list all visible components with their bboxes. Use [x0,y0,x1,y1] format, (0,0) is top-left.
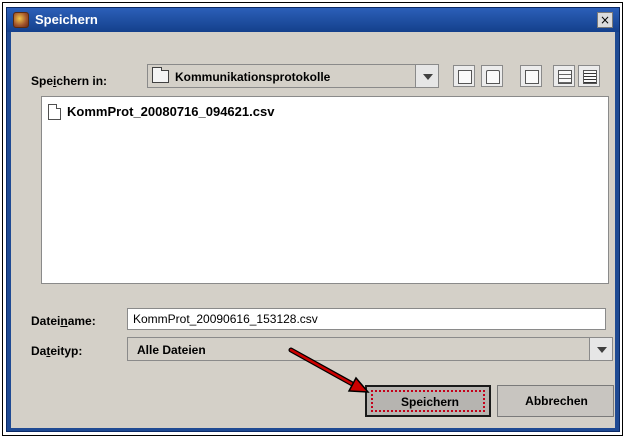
new-folder-button[interactable] [520,65,542,87]
list-view-button[interactable] [553,65,575,87]
filetype-value: Alle Dateien [137,343,206,357]
folder-icon [152,67,169,83]
save-in-value: Kommunikationsprotokolle [175,70,331,84]
cancel-button-label: Abbrechen [525,394,588,408]
focus-highlight: Speichern [371,390,485,412]
up-folder-icon [458,70,472,84]
details-view-button[interactable] [578,65,600,87]
save-in-label: Speichern in: [31,74,108,88]
list-item[interactable]: KommProt_20080716_094621.csv [48,103,348,123]
list-view-icon [558,70,572,84]
new-folder-icon [525,70,539,84]
save-button-label: Speichern [400,395,460,409]
file-name: KommProt_20080716_094621.csv [67,104,275,119]
home-icon [486,70,500,84]
up-folder-button[interactable] [453,65,475,87]
chevron-down-icon[interactable] [415,64,439,88]
window-title: Speichern [35,12,98,27]
filetype-dropdown[interactable]: Alle Dateien [127,337,606,361]
filename-value: KommProt_20090616_153128.csv [133,312,318,326]
filename-input[interactable]: KommProt_20090616_153128.csv [127,308,606,330]
cancel-button[interactable]: Abbrechen [497,385,614,417]
filetype-label: Dateityp: [31,344,83,358]
save-button[interactable]: Speichern [365,385,491,417]
app-icon [13,12,29,28]
file-list[interactable]: KommProt_20080716_094621.csv [41,96,609,284]
filename-label: Dateiname: [31,314,96,328]
chevron-down-icon[interactable] [589,337,613,361]
close-button[interactable]: × [597,12,613,28]
document-icon [48,104,61,120]
title-bar[interactable]: Speichern × [7,8,619,32]
details-view-icon [583,70,597,84]
dialog-body: Speichern in: Kommunikationsprotokolle K… [11,32,615,428]
save-dialog: Speichern × Speichern in: Kommunikations… [6,7,620,432]
home-button[interactable] [481,65,503,87]
save-in-dropdown[interactable]: Kommunikationsprotokolle [147,64,439,88]
